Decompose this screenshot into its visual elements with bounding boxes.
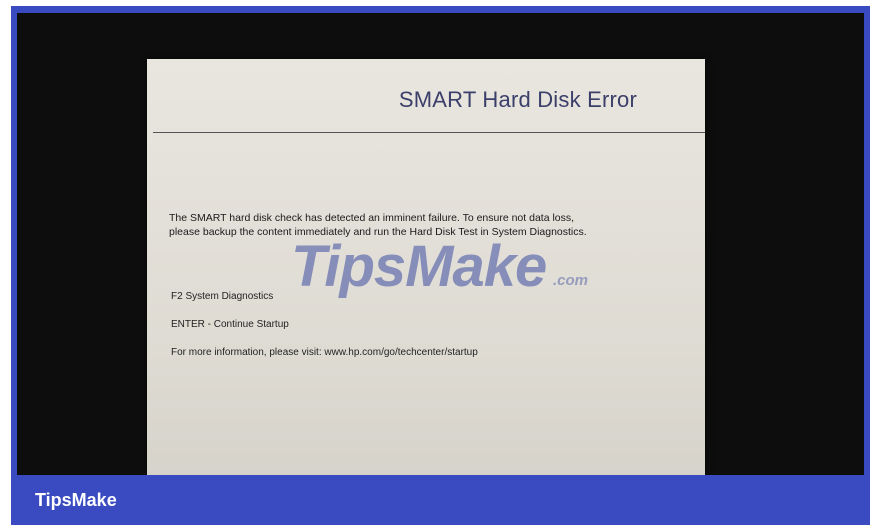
error-title: SMART Hard Disk Error xyxy=(398,87,637,112)
option-system-diagnostics: F2 System Diagnostics xyxy=(171,291,274,302)
option-continue-startup: ENTER - Continue Startup xyxy=(171,319,289,330)
more-information-text: For more information, please visit: www.… xyxy=(171,347,478,358)
bios-screen: SMART Hard Disk Error The SMART hard dis… xyxy=(147,59,705,475)
error-message-line-1: The SMART hard disk check has detected a… xyxy=(169,212,575,224)
footer-brand-label: TipsMake xyxy=(35,490,117,510)
page-frame: SMART Hard Disk Error The SMART hard dis… xyxy=(0,0,870,525)
photo: SMART Hard Disk Error The SMART hard dis… xyxy=(17,13,864,475)
error-message-line-2: please backup the content immediately an… xyxy=(169,226,587,238)
photo-border: SMART Hard Disk Error The SMART hard dis… xyxy=(11,6,870,477)
title-divider xyxy=(153,132,705,133)
footer-bar: TipsMake xyxy=(11,477,870,525)
